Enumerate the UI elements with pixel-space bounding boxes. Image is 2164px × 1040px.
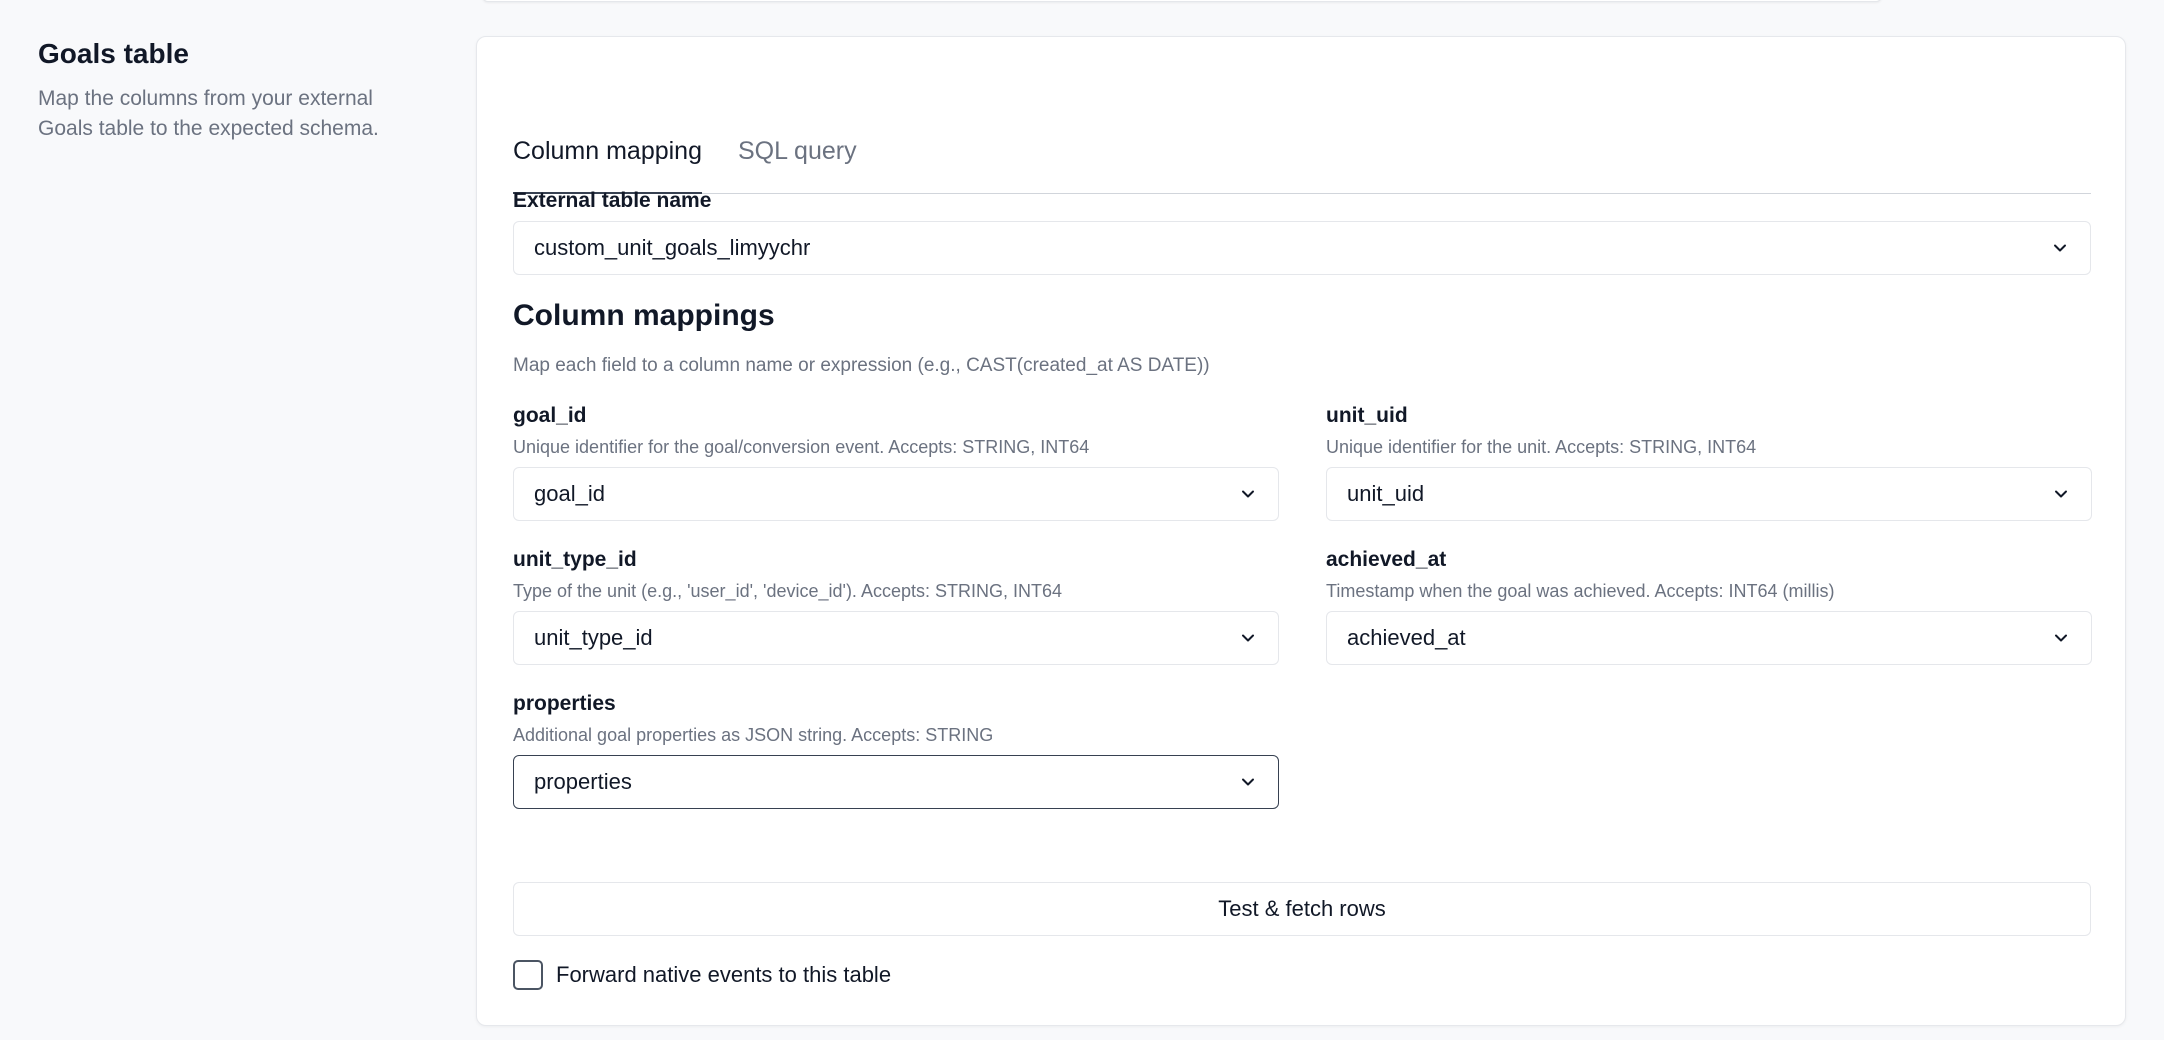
field-unit-type-id-value: unit_type_id	[534, 625, 653, 650]
external-table-value: custom_unit_goals_limyychr	[534, 235, 811, 260]
field-achieved-at-value: achieved_at	[1347, 625, 1466, 650]
section-title: Goals table	[38, 38, 189, 69]
field-unit-uid-label: unit_uid	[1326, 404, 1408, 427]
chevron-down-icon	[1242, 634, 1254, 642]
chevron-down-icon	[1242, 490, 1254, 498]
previous-card-edge	[482, 0, 1882, 2]
field-properties-value: properties	[534, 769, 632, 794]
test-fetch-rows-button[interactable]: Test & fetch rows	[513, 882, 2091, 936]
field-achieved-at-select[interactable]: achieved_at	[1326, 611, 2092, 665]
field-goal-id-select[interactable]: goal_id	[513, 467, 1279, 521]
field-unit-uid-hint: Unique identifier for the unit. Accepts:…	[1326, 437, 1757, 457]
field-unit-type-id-label: unit_type_id	[513, 548, 637, 571]
external-table-select[interactable]: custom_unit_goals_limyychr	[513, 221, 2091, 275]
chevron-down-icon	[2055, 490, 2067, 498]
column-mappings-subtitle: Map each field to a column name or expre…	[513, 355, 1210, 376]
section-description: Map the columns from your external Goals…	[38, 87, 379, 140]
chevron-down-icon	[2054, 244, 2066, 252]
field-unit-type-id-hint: Type of the unit (e.g., 'user_id', 'devi…	[513, 581, 1062, 601]
field-achieved-at-label: achieved_at	[1326, 548, 1447, 571]
field-unit-uid-select[interactable]: unit_uid	[1326, 467, 2092, 521]
field-achieved-at-hint: Timestamp when the goal was achieved. Ac…	[1326, 581, 1835, 601]
chevron-down-icon	[2055, 634, 2067, 642]
tab-column-mapping[interactable]: Column mapping	[513, 97, 702, 194]
external-table-label: External table name	[513, 189, 712, 212]
field-unit-uid-value: unit_uid	[1347, 481, 1425, 506]
field-unit-type-id-select[interactable]: unit_type_id	[513, 611, 1279, 665]
forward-native-events-label[interactable]: Forward native events to this table	[556, 962, 891, 988]
section-intro: Goals table Map the columns from your ex…	[38, 38, 428, 144]
field-properties-hint: Additional goal properties as JSON strin…	[513, 725, 994, 745]
field-properties-label: properties	[513, 692, 616, 715]
column-mappings-title: Column mappings	[513, 299, 775, 332]
tab-bar: Column mapping SQL query	[513, 97, 2091, 194]
field-goal-id-hint: Unique identifier for the goal/conversio…	[513, 437, 1090, 457]
field-goal-id-label: goal_id	[513, 404, 587, 427]
chevron-down-icon	[1242, 778, 1254, 786]
forward-native-events-checkbox[interactable]	[513, 960, 543, 990]
field-goal-id-value: goal_id	[534, 481, 605, 506]
tab-sql-query[interactable]: SQL query	[738, 97, 857, 194]
field-properties-select[interactable]: properties	[513, 755, 1279, 809]
goals-table-card: Column mapping SQL query External table …	[476, 36, 2126, 1026]
forward-native-events-row[interactable]: Forward native events to this table	[513, 960, 891, 990]
